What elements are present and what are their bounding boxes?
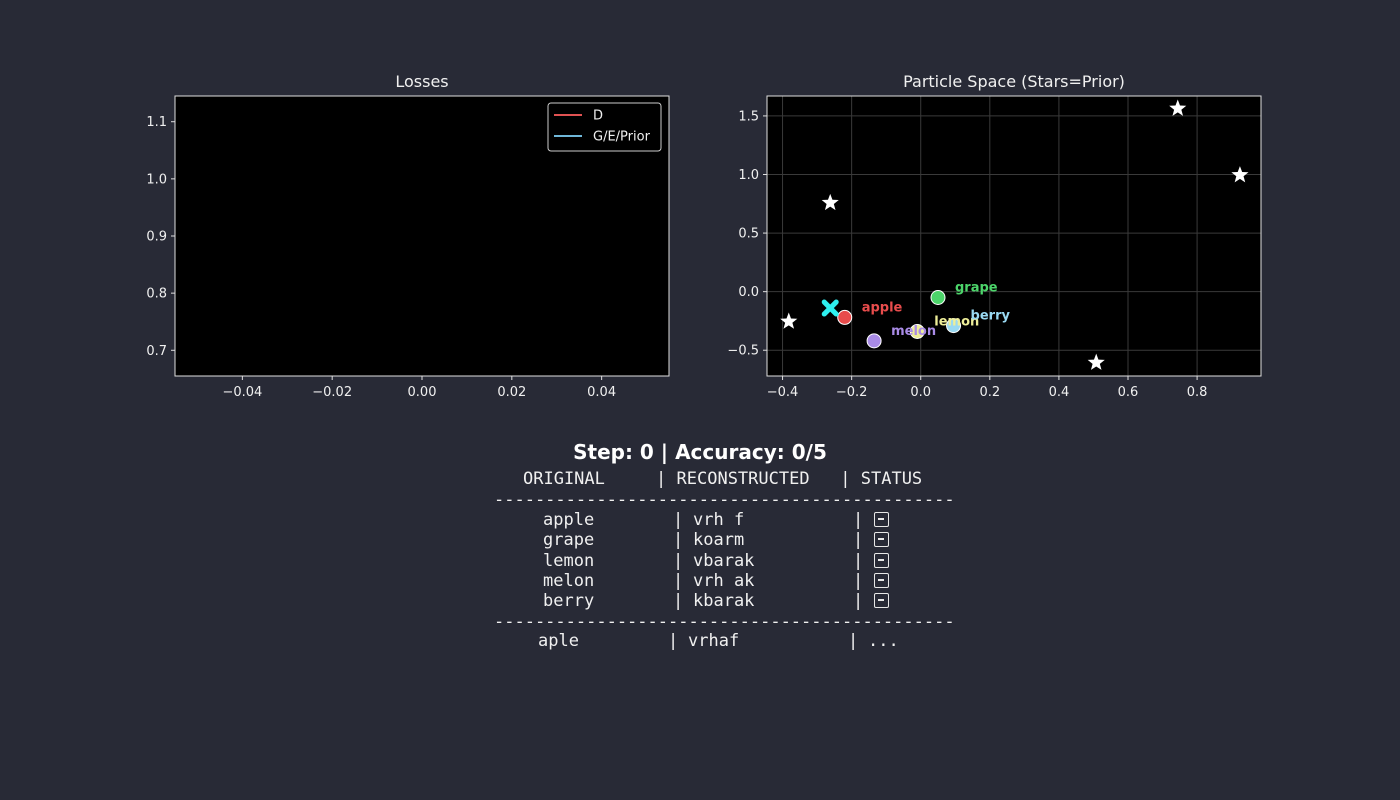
y-tick-label: 0.5 [738,227,759,242]
y-tick-label: 1.5 [738,109,759,124]
row-status [874,571,889,591]
particle-point [866,333,882,349]
table-separator-bottom: ----------------------------------------… [494,612,955,632]
row-status [874,591,889,611]
footer-status: ... [868,631,899,651]
row-status-sep: | [853,571,874,591]
x-box-icon [874,553,889,568]
row-reconstructed-sep: | [673,591,694,611]
y-tick-label: 0.0 [738,285,759,300]
particle-space-chart: −0.4 −0.2 0.0 0.2 0.4 0.6 0.8 −0.5 0.0 0.5 1.0 1.5 a… [727,95,1262,400]
x-tick-label: 0.6 [1118,385,1139,400]
row-status [874,551,889,571]
row-original: apple [543,510,595,530]
particle-point [930,290,946,306]
row-reconstructed: vrh f [693,510,745,530]
row-status [874,530,889,550]
footer-sep-2: | [848,631,869,651]
particle-label: grape [955,281,998,296]
row-reconstructed-sep: | [673,551,694,571]
row-original: lemon [543,551,595,571]
row-reconstructed: vbarak [693,551,755,571]
x-box-icon [874,573,889,588]
x-box-icon [874,532,889,547]
row-original: berry [543,591,595,611]
x-box-icon [874,593,889,608]
x-tick-label: 0.0 [910,385,931,400]
x-tick-label: −0.4 [767,385,799,400]
row-original: grape [543,530,595,550]
row-original: melon [543,571,595,591]
row-reconstructed: vrh ak [693,571,755,591]
row-reconstructed: kbarak [693,591,755,611]
row-reconstructed-sep: | [673,571,694,591]
row-reconstructed: koarm [693,530,745,550]
y-tick-label: 1.0 [738,168,759,183]
step-accuracy-summary: Step: 0 | Accuracy: 0/5 [573,440,827,464]
row-reconstructed-sep: | [673,510,694,530]
particle-label: berry [971,309,1011,324]
x-box-icon [874,512,889,527]
footer-original: aple [538,631,579,651]
particle-label: melon [891,324,936,339]
table-separator-top: ----------------------------------------… [494,490,955,510]
row-reconstructed-sep: | [673,530,694,550]
y-tick-label: −0.5 [727,344,759,359]
row-status-sep: | [853,551,874,571]
row-status-sep: | [853,530,874,550]
x-tick-label: 0.2 [979,385,1000,400]
row-status-sep: | [853,510,874,530]
x-tick-label: 0.8 [1187,385,1208,400]
row-status-sep: | [853,591,874,611]
particle-label: apple [862,300,903,315]
x-tick-label: −0.2 [836,385,868,400]
particle-point [837,309,853,325]
table-header: ORIGINAL | RECONSTRUCTED | STATUS [523,469,923,489]
plot-area [767,96,1261,376]
footer-reconstructed: vrhaf [688,631,740,651]
x-tick-label: 0.4 [1049,385,1070,400]
footer-sep-1: | [668,631,689,651]
row-status [874,510,889,530]
